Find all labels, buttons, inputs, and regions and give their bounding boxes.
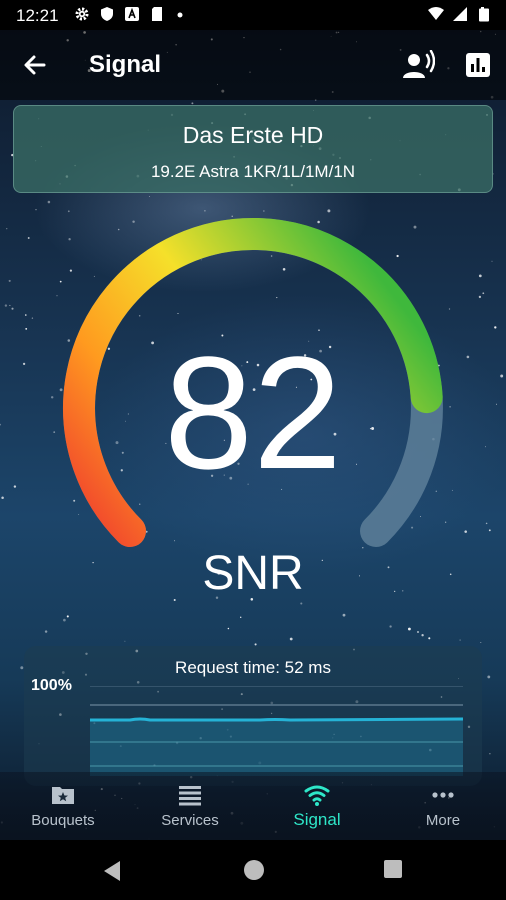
star: [227, 627, 230, 630]
star: [124, 640, 126, 642]
star: [489, 753, 491, 755]
settings-gear-icon: [75, 7, 89, 21]
nav-label-signal: Signal: [293, 810, 341, 829]
request-time-line: [90, 717, 463, 722]
snr-label: SNR: [202, 547, 304, 600]
request-time-chart: [90, 686, 463, 776]
channel-info-card: Das Erste HD 19.2E Astra 1KR/1L/1M/1N: [13, 105, 493, 193]
nav-item-bouquets[interactable]: Bouquets: [8, 782, 118, 829]
shield-icon: [101, 7, 113, 21]
nav-item-services[interactable]: Services: [135, 782, 245, 829]
star: [407, 627, 411, 631]
chart-max-label: 100%: [31, 677, 72, 694]
bottom-navigation: Bouquets Services Signal More: [0, 772, 506, 840]
channel-name: Das Erste HD: [182, 122, 324, 148]
star: [459, 639, 461, 641]
folder-star-icon: [52, 787, 74, 804]
system-recents-icon[interactable]: [384, 860, 402, 878]
star: [487, 675, 491, 679]
cell-signal-icon: [453, 7, 467, 21]
nav-label-bouquets: Bouquets: [31, 812, 95, 829]
status-bar: 12:21: [0, 0, 506, 30]
record-voice-icon[interactable]: [403, 50, 435, 80]
bar-chart-icon[interactable]: [465, 52, 491, 78]
nav-label-more: More: [425, 812, 461, 829]
star: [417, 631, 419, 633]
nav-item-signal[interactable]: Signal: [262, 782, 372, 830]
sd-card-icon: [152, 7, 162, 21]
star: [20, 666, 24, 670]
star: [149, 195, 151, 197]
star: [480, 641, 482, 644]
satellite-info: 19.2E Astra 1KR/1L/1M/1N: [150, 162, 356, 181]
status-time: 12:21: [16, 6, 59, 25]
wifi-signal-icon: [304, 785, 330, 806]
app-a-icon: [125, 7, 139, 21]
list-icon: [179, 786, 201, 806]
wifi-icon: [428, 7, 444, 20]
system-back-icon[interactable]: [102, 860, 122, 882]
nav-label-services: Services: [161, 812, 219, 829]
dot-icon: [177, 12, 183, 18]
snr-value: 82: [164, 323, 342, 502]
nav-item-more[interactable]: More: [388, 782, 498, 829]
star: [421, 634, 424, 637]
request-time-text: Request time: 52 ms: [175, 658, 331, 677]
star: [289, 637, 293, 641]
battery-icon: [479, 7, 489, 22]
system-home-icon[interactable]: [244, 860, 264, 880]
more-dots-icon: [432, 792, 454, 798]
back-arrow-icon[interactable]: [22, 52, 48, 78]
system-navigation-bar: [0, 840, 506, 900]
star: [44, 630, 48, 633]
request-time-panel: Request time: 52 ms 100%: [24, 646, 482, 786]
app-bar: Signal: [0, 30, 506, 100]
star: [428, 637, 431, 640]
star: [389, 625, 392, 628]
star: [191, 102, 194, 105]
page-title: Signal: [89, 51, 162, 78]
